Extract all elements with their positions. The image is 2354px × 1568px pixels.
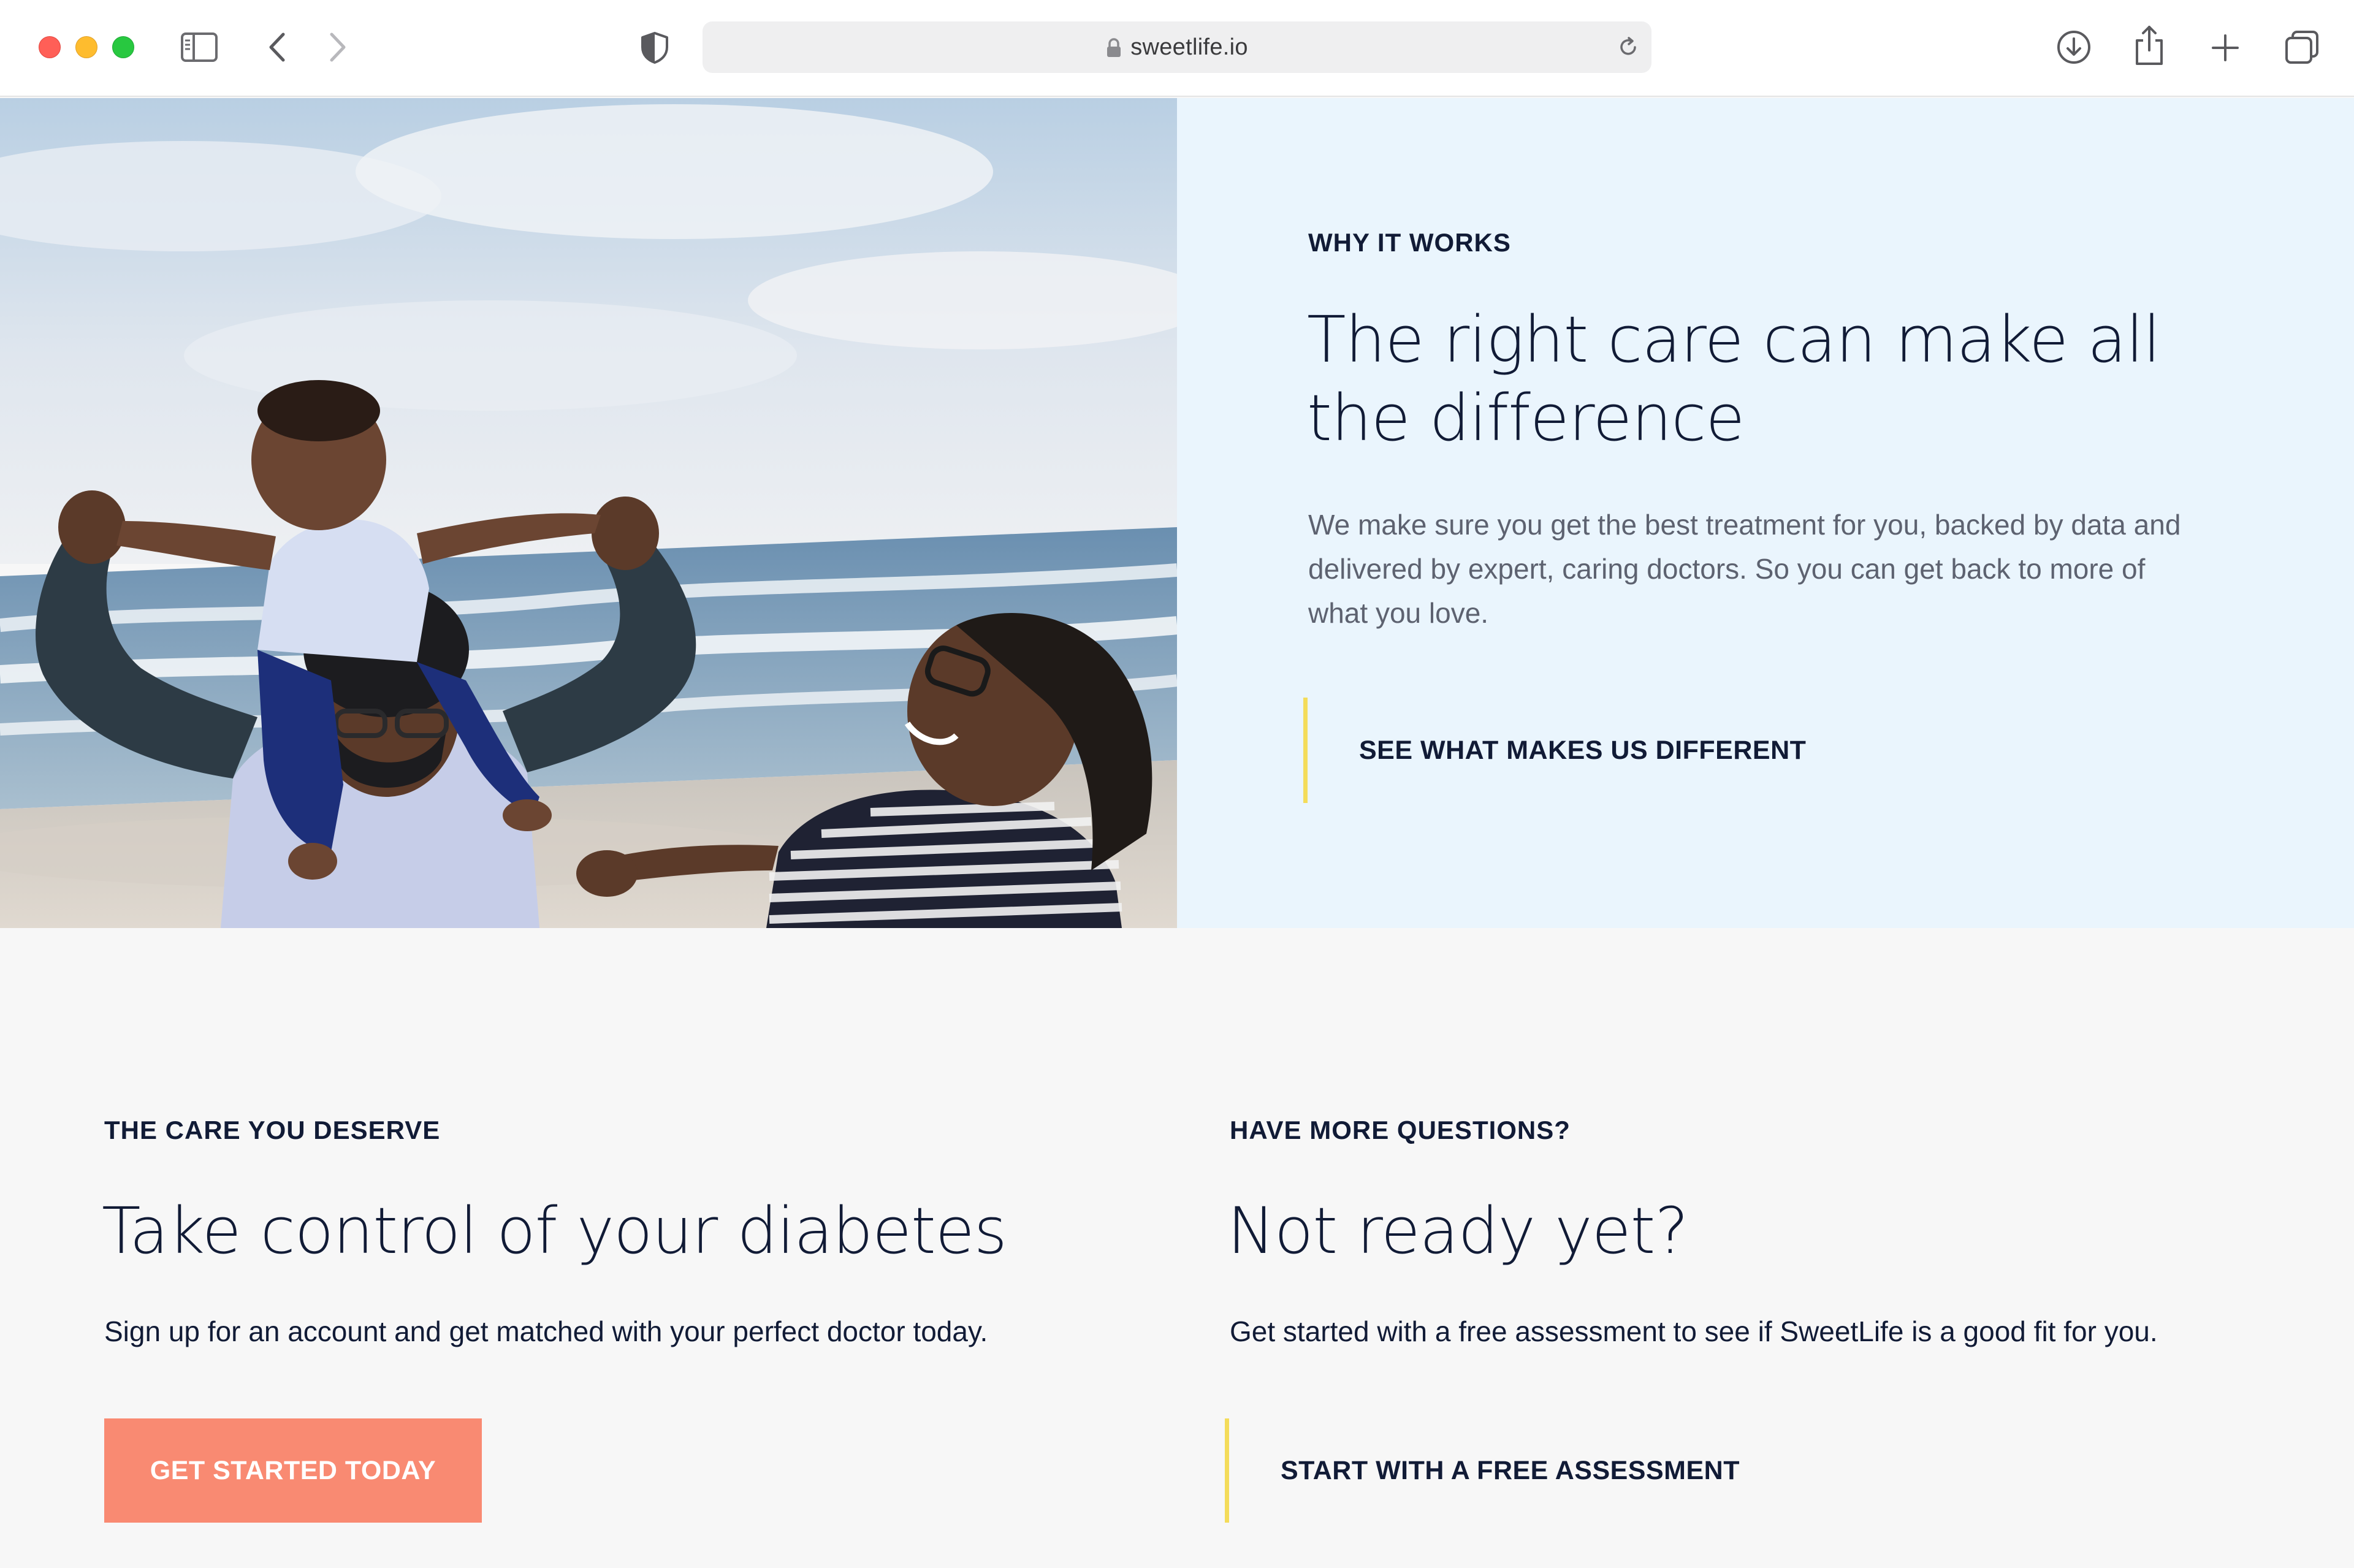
hero-description: We make sure you get the best treatment … <box>1308 509 2181 629</box>
tabs-icon[interactable] <box>2283 28 2321 66</box>
shield-icon[interactable] <box>638 31 672 65</box>
cta-section: THE CARE YOU DESERVE Take control of you… <box>0 928 2354 1568</box>
questions-description: Get started with a free assessment to se… <box>1230 1315 2158 1347</box>
care-description: Sign up for an account and get matched w… <box>104 1315 988 1347</box>
sidebar-icon[interactable] <box>180 32 218 63</box>
care-title: Take control of your diabetes <box>102 1193 1007 1268</box>
address-bar[interactable]: sweetlife.io <box>703 21 1651 73</box>
free-assessment-link[interactable]: START WITH A FREE ASSESSMENT <box>1225 1418 1838 1523</box>
browser-toolbar: sweetlife.io <box>0 0 2354 97</box>
plus-icon[interactable] <box>2207 29 2244 66</box>
reload-icon[interactable] <box>1616 35 1640 59</box>
url-text: sweetlife.io <box>1130 34 1248 60</box>
hero-family-photo <box>0 98 1177 928</box>
hero-title: The right care can make all the differen… <box>1307 302 2161 455</box>
hero-eyebrow: WHY IT WORKS <box>1308 228 1511 257</box>
chevron-left-icon[interactable] <box>262 31 293 64</box>
questions-title: Not ready yet? <box>1227 1193 1689 1268</box>
share-icon[interactable] <box>2132 25 2166 67</box>
chevron-right-icon[interactable] <box>322 31 352 64</box>
close-window-button[interactable] <box>39 36 61 58</box>
zoom-window-button[interactable] <box>112 36 134 58</box>
get-started-today-button[interactable]: GET STARTED TODAY <box>104 1418 482 1523</box>
hero-text-panel: WHY IT WORKS The right care can make all… <box>1177 98 2354 928</box>
download-icon[interactable] <box>2055 28 2093 66</box>
minimize-window-button[interactable] <box>75 36 97 58</box>
questions-eyebrow: HAVE MORE QUESTIONS? <box>1230 1116 1571 1144</box>
care-eyebrow: THE CARE YOU DESERVE <box>104 1116 441 1144</box>
lock-icon <box>1106 37 1122 57</box>
see-what-makes-us-different-link[interactable]: SEE WHAT MAKES US DIFFERENT <box>1303 698 1916 803</box>
